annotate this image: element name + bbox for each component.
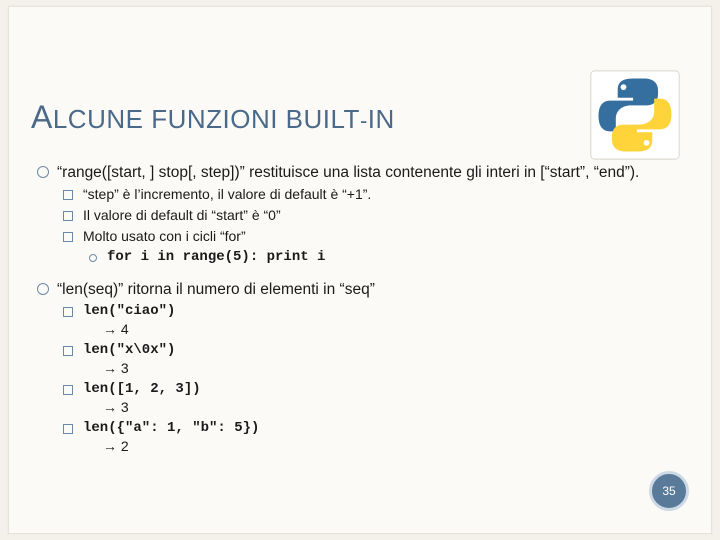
len-result: → 4 (103, 321, 683, 339)
square-icon (63, 232, 73, 242)
len-example: len("x\0x") (63, 342, 683, 360)
square-icon (63, 346, 73, 356)
python-logo-icon (587, 67, 683, 163)
sub-bullet: Il valore di default di “start” è “0” (63, 207, 683, 225)
square-icon (63, 424, 73, 434)
sub-bullet: “step” è l’incremento, il valore di defa… (63, 186, 683, 204)
square-icon (63, 385, 73, 395)
len-example: len([1, 2, 3]) (63, 381, 683, 399)
square-icon (63, 211, 73, 221)
square-icon (63, 307, 73, 317)
len-result: → 2 (103, 438, 683, 456)
code-example-range: for i in range(5): print i (89, 249, 683, 267)
square-icon (63, 190, 73, 200)
sub-bullet: Molto usato con i cicli “for” (63, 228, 683, 246)
len-result: → 3 (103, 360, 683, 378)
page-number-badge: 35 (649, 471, 689, 511)
len-example: len({"a": 1, "b": 5}) (63, 420, 683, 438)
len-example: len("ciao") (63, 303, 683, 321)
len-result: → 3 (103, 399, 683, 417)
dot-icon (89, 254, 97, 262)
slide: ALCUNE FUNZIONI BUILT-IN “range([start, … (8, 6, 712, 534)
slide-title: ALCUNE FUNZIONI BUILT-IN (31, 99, 395, 136)
ring-icon (37, 283, 49, 295)
bullet-range: “range([start, ] stop[, step])” restitui… (37, 163, 683, 183)
content: “range([start, ] stop[, step])” restitui… (37, 157, 683, 456)
bullet-len: “len(seq)” ritorna il numero di elementi… (37, 280, 683, 300)
ring-icon (37, 166, 49, 178)
